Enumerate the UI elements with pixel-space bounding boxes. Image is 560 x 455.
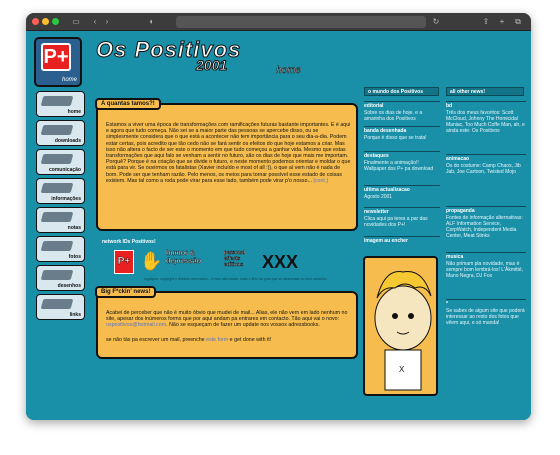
nav-button-0[interactable]: home bbox=[36, 91, 85, 117]
form-link[interactable]: este form bbox=[206, 337, 228, 343]
cartoon-image: X bbox=[363, 256, 438, 396]
col1-section-link[interactable]: Finalmente a animação!! Wallpaper dos P+… bbox=[364, 160, 440, 172]
col1-section-link[interactable]: Porque é disso que se trata! bbox=[364, 135, 440, 141]
nav-button-1[interactable]: downloads bbox=[36, 120, 85, 146]
col1-section-title: editorial bbox=[364, 101, 440, 109]
col1-section-link[interactable]: Agosto 2001 bbox=[364, 194, 440, 200]
back-button-icon[interactable]: ‹ bbox=[90, 17, 100, 27]
browser-toolbar: ▭ ‹ › ◖ ↻ ⇪ + ⧉ bbox=[26, 13, 531, 31]
tabs-overview-icon[interactable]: ⧉ bbox=[513, 17, 523, 27]
col2-section-title: musica bbox=[446, 252, 526, 260]
article-body: Estamos a viver uma época de transformaç… bbox=[106, 122, 351, 184]
nav-label: fotos bbox=[68, 254, 81, 260]
col2-section-link[interactable]: Fontes de informação alternativas: ALF I… bbox=[446, 215, 526, 239]
nav-label: notas bbox=[67, 225, 81, 231]
p-plus-logo-icon: P+ bbox=[41, 43, 71, 71]
col1-header: o mundo dos Positivos bbox=[364, 87, 439, 96]
notes-nav-icon bbox=[40, 212, 74, 222]
close-window-button[interactable] bbox=[32, 18, 39, 25]
site-logo[interactable]: P+ home bbox=[34, 37, 82, 87]
network-label: network IDs Positivos! bbox=[102, 239, 156, 245]
news-title: Big F*ckin' news! bbox=[95, 286, 157, 298]
download-nav-icon bbox=[40, 125, 74, 135]
browser-window: ▭ ‹ › ◖ ↻ ⇪ + ⧉ P+ home Os Positivos 200… bbox=[26, 13, 531, 420]
new-tab-icon[interactable]: + bbox=[497, 17, 507, 27]
chat-nav-icon bbox=[40, 154, 74, 164]
nav-button-2[interactable]: comunicação bbox=[36, 149, 85, 175]
logo-home-label: home bbox=[61, 77, 77, 83]
email-link[interactable]: ospositivos@hotmail.com bbox=[106, 322, 166, 328]
photo-nav-icon bbox=[40, 241, 74, 251]
nav-label: downloads bbox=[54, 138, 81, 144]
nav-label: home bbox=[67, 109, 81, 115]
col2-header: all other news! bbox=[446, 87, 524, 96]
reload-icon[interactable]: ↻ bbox=[431, 17, 441, 27]
home-link[interactable]: home bbox=[276, 65, 302, 77]
positivos-badge[interactable]: P+ bbox=[114, 250, 134, 274]
address-bar[interactable] bbox=[176, 16, 426, 28]
copyright-note: logotipos, copyright e direitos reservad… bbox=[144, 277, 328, 281]
links-nav-icon bbox=[40, 299, 74, 309]
nav-button-6[interactable]: desenhos bbox=[36, 265, 85, 291]
minimize-window-button[interactable] bbox=[42, 18, 49, 25]
news-form-line: se não tás pa escrever um mail, preenche… bbox=[106, 337, 272, 343]
col2-section-link[interactable]: Não primam pla novidade, mas é sempre bo… bbox=[446, 261, 526, 279]
draw-nav-icon bbox=[40, 270, 74, 280]
web-page: P+ home Os Positivos 2001 home home downl… bbox=[26, 31, 531, 420]
col1-section-title: ultima actualizacao bbox=[364, 185, 440, 193]
col2-section-link[interactable]: Os do costume: Camp Chaos, Jib Jab, Joe … bbox=[446, 163, 526, 175]
nav-button-5[interactable]: fotos bbox=[36, 236, 85, 262]
col1-section-link[interactable]: Clica aqui pa teres a par das novidades … bbox=[364, 216, 440, 228]
shield-icon[interactable]: ◖ bbox=[146, 17, 156, 27]
share-icon[interactable]: ⇪ bbox=[481, 17, 491, 27]
info-nav-icon bbox=[40, 183, 74, 193]
col2-section-title: bd bbox=[446, 101, 526, 109]
col1-section-title: destaques bbox=[364, 151, 440, 159]
article-title: A quantas tamos?! bbox=[95, 98, 161, 110]
col2-section-title: * bbox=[446, 299, 526, 307]
news-box: Big F*ckin' news! Acabei de perceber que… bbox=[95, 286, 358, 359]
article-box: A quantas tamos?! Estamos a viver uma ép… bbox=[95, 98, 358, 231]
col1-section-title: imagem au encher bbox=[364, 236, 440, 244]
col1-section-link[interactable]: Sobre os dias de hoje, e a amarinha dos … bbox=[364, 110, 440, 122]
humor-depressao-badge[interactable]: humor & depressão bbox=[166, 250, 222, 274]
continue-link[interactable]: [cont.] bbox=[313, 178, 327, 184]
nav-label: informações bbox=[51, 196, 81, 202]
nav-button-4[interactable]: notas bbox=[36, 207, 85, 233]
xxx-badge[interactable]: XXX bbox=[262, 250, 318, 274]
news-body: Acabei de perceber que não é muito óbvio… bbox=[106, 310, 348, 329]
col2-section-link[interactable]: Três dos meus favoritos: Scott McCloud, … bbox=[446, 110, 526, 134]
nav-label: links bbox=[69, 312, 81, 318]
nav-button-3[interactable]: informações bbox=[36, 178, 85, 204]
col2-section-title: propaganda bbox=[446, 206, 526, 214]
col1-section-title: newsletter bbox=[364, 207, 440, 215]
personal-effects-badge[interactable]: personal effects editions bbox=[224, 250, 256, 274]
sidebar-toggle-icon[interactable]: ▭ bbox=[70, 17, 82, 27]
hand-badge-icon[interactable]: ✋ bbox=[140, 250, 163, 274]
site-year: 2001 bbox=[195, 57, 228, 74]
svg-text:X: X bbox=[399, 365, 405, 374]
nav-label: comunicação bbox=[49, 167, 81, 173]
cartoon-character-icon: X bbox=[374, 271, 432, 391]
forward-button-icon[interactable]: › bbox=[102, 17, 112, 27]
col1-section-title: banda desenhada bbox=[364, 126, 440, 134]
nav-label: desenhos bbox=[57, 283, 81, 289]
maximize-window-button[interactable] bbox=[52, 18, 59, 25]
col2-section-title: animacao bbox=[446, 154, 526, 162]
home-nav-icon bbox=[40, 96, 74, 106]
col2-section-link[interactable]: Se sabes de algum site que poderá intere… bbox=[446, 308, 526, 326]
nav-button-7[interactable]: links bbox=[36, 294, 85, 320]
